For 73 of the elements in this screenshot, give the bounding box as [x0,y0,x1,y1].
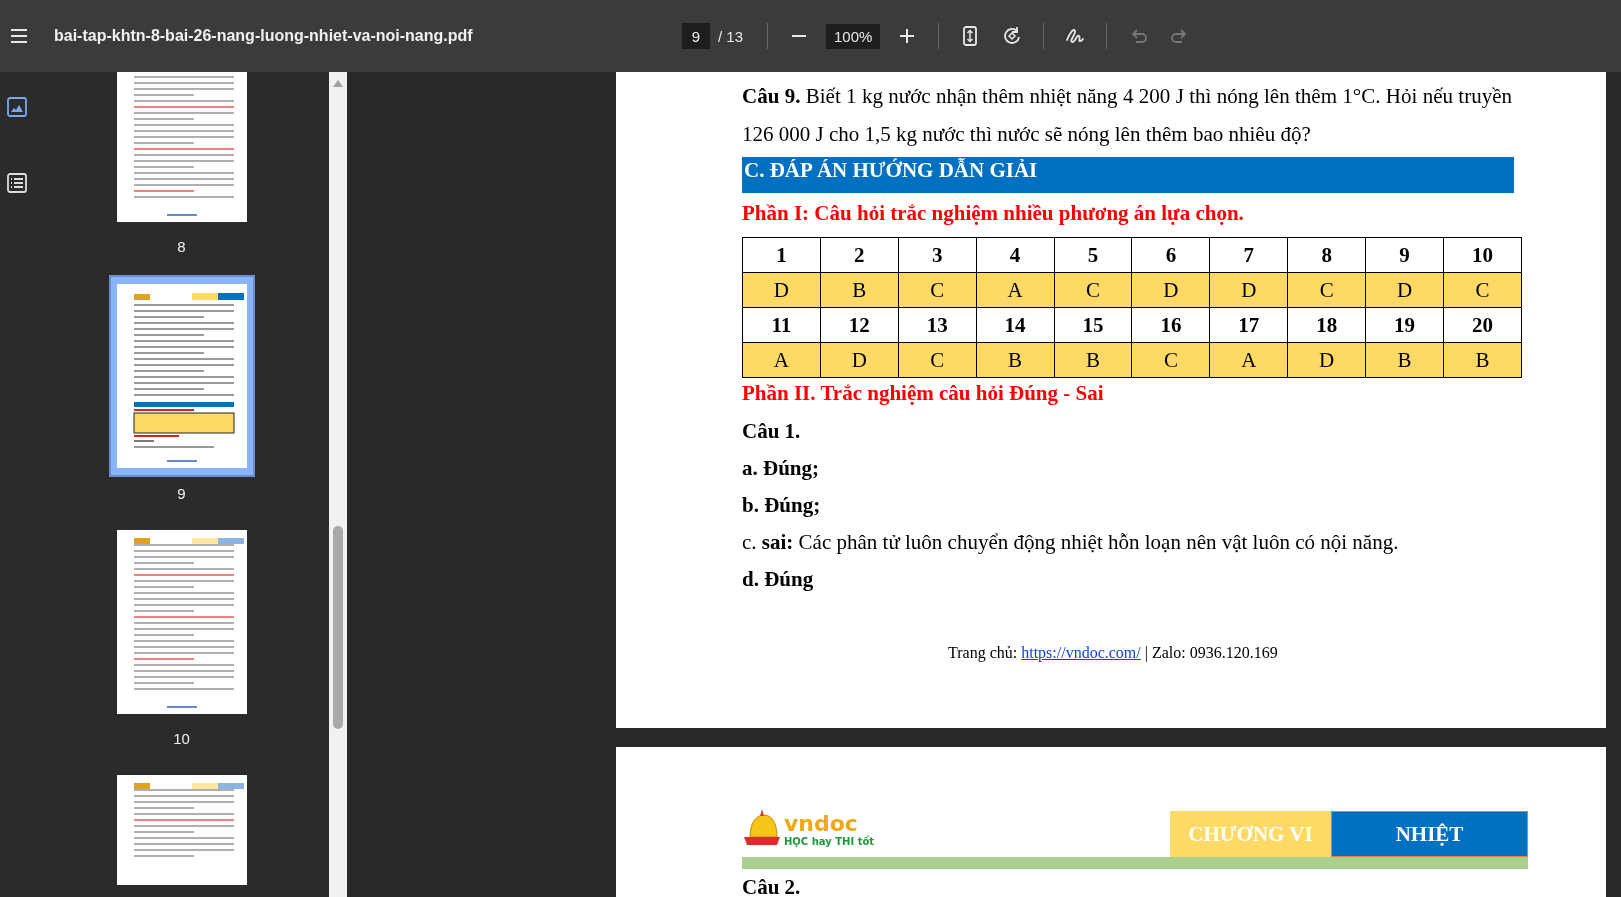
question-number-cell: 6 [1131,237,1210,273]
question-number-cell: 7 [1209,237,1288,273]
menu-icon [9,26,29,46]
answer-cell: D [1131,272,1210,308]
answer-text: c. sai: Các phân tử luôn chuyển động nhiệt hỗn loạn nên vật luôn có nội năng. [742,530,1400,554]
answer-cell: B [1365,342,1444,378]
question-number-cell: 14 [976,307,1055,343]
question-number-cell: 3 [898,237,977,273]
topic-label: NHIỆT [1331,811,1528,857]
answer-cell: C [898,342,977,378]
question-number-cell: 16 [1131,307,1210,343]
answer-cell: D [1365,272,1444,308]
draw-icon [1065,26,1086,46]
answer-text: d. Đúng [742,567,815,591]
answer-cell: D [1209,272,1288,308]
rotate-icon [1002,26,1023,46]
list-icon [6,172,28,194]
chapter-label: CHƯƠNG VI [1170,811,1331,857]
answer-cell: C [1443,272,1522,308]
answer-cell: A [742,342,821,378]
question-number-cell: 20 [1443,307,1522,343]
answer-cell: C [1054,272,1132,308]
question-number-cell: 11 [742,307,821,343]
page-number-label: 10 [173,730,190,747]
question-number-cell: 19 [1365,307,1444,343]
answer-cell: D [1287,342,1366,378]
question-number-cell: 10 [1443,237,1522,273]
question-number-cell: 5 [1054,237,1132,273]
zoom-field[interactable]: 100% [826,23,881,49]
answer-cell: B [820,272,899,308]
website-link[interactable]: https://vndoc.com/ [1021,644,1141,661]
answer-cell: C [1287,272,1366,308]
answer-cell: B [976,342,1055,378]
answer-cell: D [820,342,899,378]
logo-slogan: HỌC hay THI tốt [784,835,875,847]
question-number-cell: 8 [1287,237,1366,273]
scrollbar-thumb[interactable] [333,526,343,729]
page-thumbnail[interactable] [108,275,255,477]
question-number-cell: 12 [820,307,899,343]
question-number-cell: 1 [742,237,821,273]
thumbnails-tab[interactable] [4,94,30,120]
document-title: bai-tap-khtn-8-bai-26-nang-luong-nhiet-va-noi-nang.pdf [54,27,473,45]
question-number-cell: 15 [1054,307,1132,343]
answer-cell: A [976,272,1055,308]
page-number-field[interactable]: 9 [682,23,710,49]
question-number-cell: 2 [820,237,899,273]
answer-cell: C [898,272,977,308]
footer-text: Trang chủ: https://vndoc.com/ | Zalo: 0936.120.169 [948,644,1279,662]
answer-text: a. Đúng; [742,456,821,480]
question-number-cell: 9 [1365,237,1444,273]
answer-cell: B [1443,342,1522,378]
answer-cell: C [1131,342,1210,378]
part-heading: Phần II. Trắc nghiệm câu hỏi Đúng - Sai [742,381,1105,406]
page-count: / 13 [718,27,744,45]
answer-text: b. Đúng; [742,493,822,517]
part-heading: Phần I: Câu hỏi trắc nghiệm nhiều phương án lựa chọn. [742,201,1245,226]
answer-text: Câu 1. [742,419,802,443]
section-heading: C. ĐÁP ÁN HƯỚNG DẪN GIẢI [742,157,1514,193]
outline-tab[interactable] [4,170,30,196]
answer-cell: D [742,272,821,308]
logo-text: vndoc [784,811,858,836]
scrollbar[interactable] [329,72,347,897]
question-text: Câu 9. Biết 1 kg nước nhận thêm nhiệt năng 4 200 J thì nóng lên thêm 1°C. Hỏi nếu truyền 126 000 J cho 1,5 kg nước thì nước sẽ nóng lên thêm bao nhiêu độ? [742,83,1512,148]
question-number-cell: 13 [898,307,977,343]
question-number-cell: 17 [1209,307,1288,343]
answer-cell: A [1209,342,1288,378]
answer-cell: B [1054,342,1132,378]
question-number-cell: 4 [976,237,1055,273]
question-text: Câu 2. [742,875,802,897]
page-number-label: 8 [177,238,186,255]
image-icon [6,96,28,118]
question-number-cell: 18 [1287,307,1366,343]
page-number-label: 9 [177,485,186,502]
